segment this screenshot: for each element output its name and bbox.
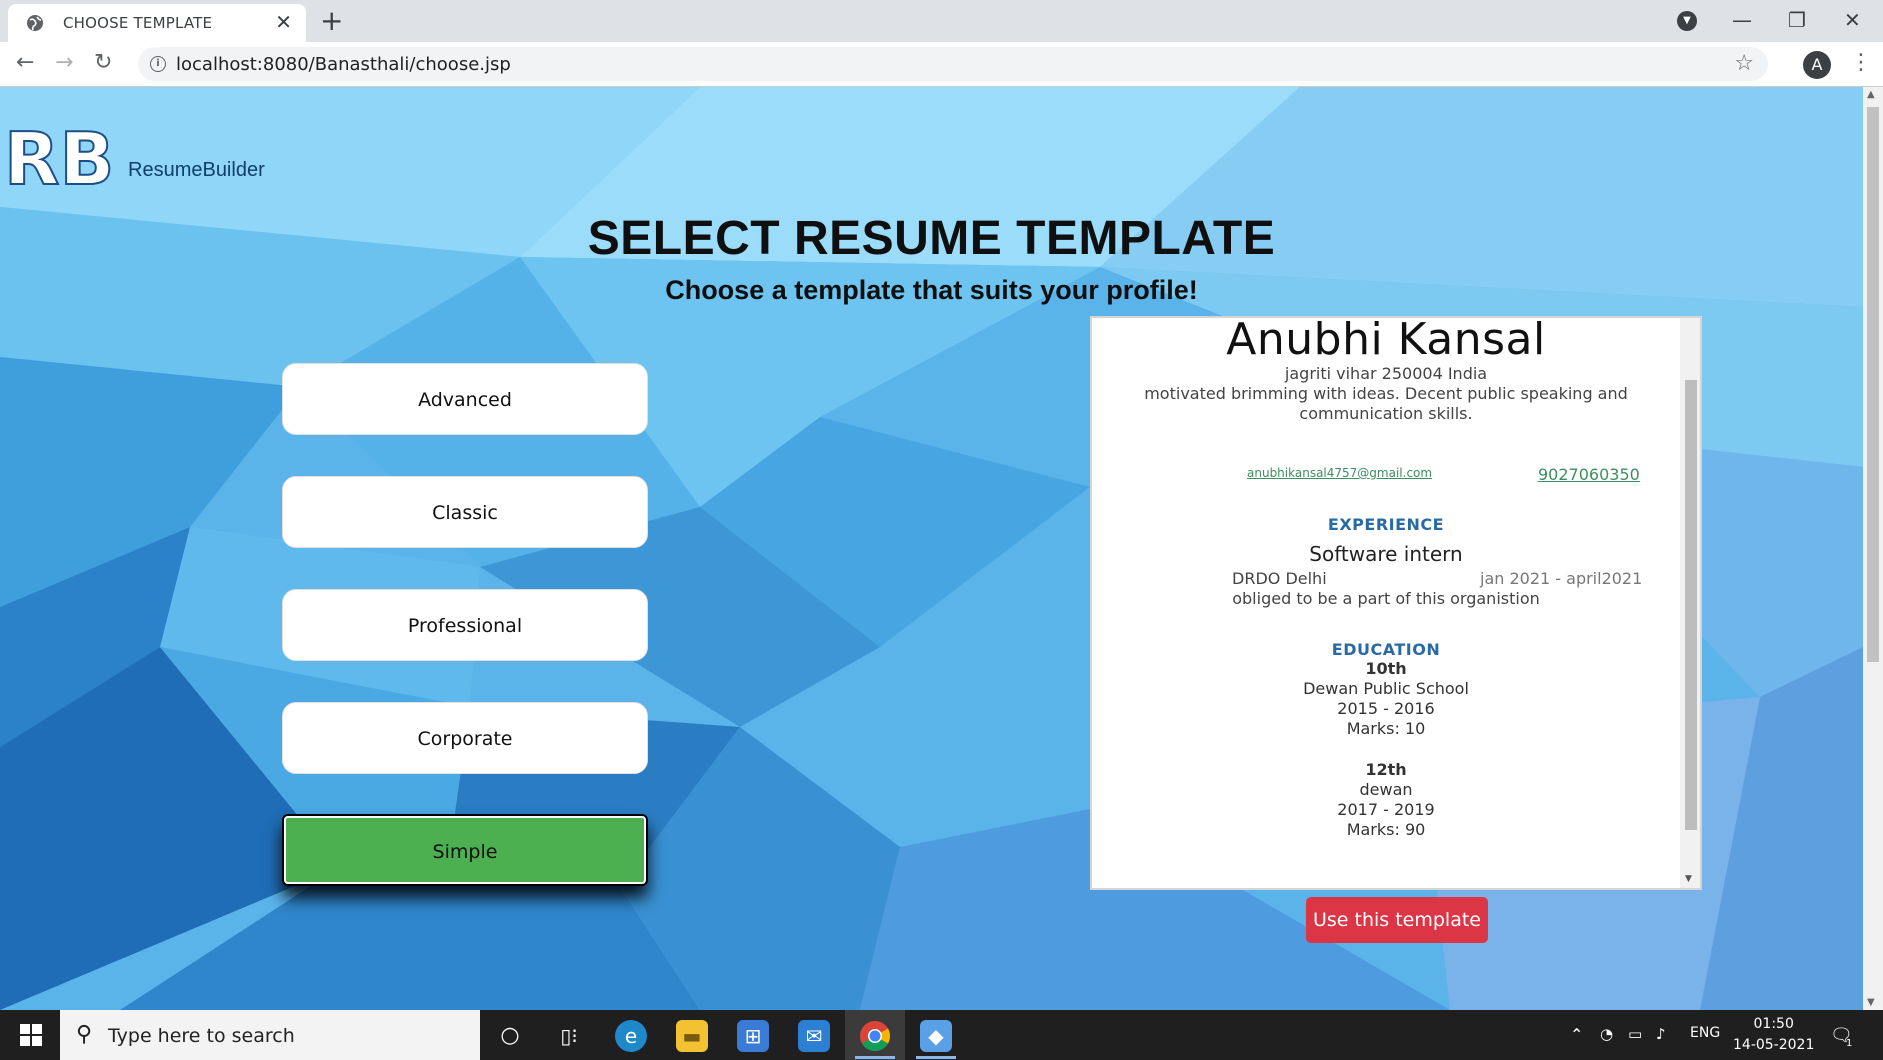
- language-indicator[interactable]: ENG: [1690, 1025, 1720, 1041]
- education-school: dewan: [1359, 780, 1413, 799]
- battery-icon[interactable]: ▭: [1628, 1025, 1642, 1043]
- close-tab-icon[interactable]: ✕: [275, 12, 292, 32]
- profile-avatar[interactable]: A: [1803, 51, 1831, 79]
- windows-taskbar: ⚲ Type here to search ○ ▯⁝ e ▬ ⊞ ✉ ◆ ⌃ ◔…: [0, 1010, 1883, 1060]
- globe-icon: [27, 15, 43, 31]
- education-heading: EDUCATION: [1331, 640, 1441, 659]
- page-viewport: RB ResumeBuilder SELECT RESUME TEMPLATE …: [0, 87, 1863, 1010]
- info-icon[interactable]: i: [150, 56, 166, 72]
- template-professional-button[interactable]: Professional: [282, 589, 648, 661]
- experience-description: obliged to be a part of this organistion: [1232, 589, 1540, 608]
- rb-logo: RB: [4, 122, 114, 192]
- resume-summary: motivated brimming with ideas. Decent pu…: [1144, 384, 1628, 423]
- browser-tab[interactable]: CHOOSE TEMPLATE ✕: [8, 4, 306, 42]
- reload-icon[interactable]: ↻: [94, 51, 112, 75]
- resume-name: Anubhi Kansal: [1226, 316, 1546, 365]
- chevron-down-icon[interactable]: ▼: [1677, 11, 1697, 31]
- education-school: Dewan Public School: [1303, 679, 1469, 698]
- scroll-up-icon[interactable]: ▲: [1867, 89, 1875, 100]
- edge-icon[interactable]: e: [615, 1020, 647, 1052]
- template-classic-button[interactable]: Classic: [282, 476, 648, 548]
- education-marks: Marks: 10: [1346, 719, 1426, 738]
- url-text[interactable]: localhost:8080/Banasthali/choose.jsp: [176, 54, 511, 75]
- taskbar-search[interactable]: ⚲ Type here to search: [60, 1010, 480, 1060]
- svg-text:RB: RB: [4, 122, 114, 192]
- scroll-down-icon[interactable]: ▼: [1867, 997, 1875, 1008]
- back-icon[interactable]: ←: [16, 51, 34, 75]
- notification-count: 1: [1846, 1038, 1853, 1049]
- app-running-indicator: [916, 1056, 956, 1059]
- experience-dates: jan 2021 - april2021: [1480, 569, 1643, 588]
- bookmark-star-icon[interactable]: ☆: [1734, 51, 1754, 76]
- resume-preview[interactable]: Anubhi Kansal jagriti vihar 250004 India…: [1090, 316, 1702, 890]
- page-title: SELECT RESUME TEMPLATE: [587, 212, 1276, 265]
- system-clock[interactable]: 01:50 14-05-2021: [1733, 1014, 1814, 1056]
- experience-org: DRDO Delhi: [1232, 569, 1327, 588]
- education-marks: Marks: 90: [1346, 820, 1426, 839]
- use-template-button[interactable]: Use this template: [1306, 897, 1488, 943]
- scroll-down-icon[interactable]: ▼: [1685, 874, 1692, 884]
- store-icon[interactable]: ⊞: [737, 1020, 769, 1052]
- new-tab-icon[interactable]: +: [320, 6, 343, 36]
- page-scroll-thumb[interactable]: [1867, 107, 1879, 662]
- template-advanced-button[interactable]: Advanced: [282, 363, 648, 435]
- education-level: 10th: [1365, 659, 1407, 678]
- resume-address: jagriti vihar 250004 India: [1284, 364, 1488, 383]
- chrome-icon[interactable]: [859, 1020, 891, 1052]
- preview-scrollbar[interactable]: ▼: [1680, 318, 1700, 888]
- taskbar-search-placeholder: Type here to search: [108, 1025, 295, 1047]
- tab-strip: CHOOSE TEMPLATE ✕ + ▼ — ❐ ✕: [0, 0, 1883, 42]
- education-level: 12th: [1365, 760, 1407, 779]
- app-cube-icon[interactable]: ◆: [920, 1020, 952, 1052]
- chrome-running-indicator: [855, 1056, 895, 1059]
- tab-title: CHOOSE TEMPLATE: [63, 14, 213, 32]
- template-corporate-button[interactable]: Corporate: [282, 702, 648, 774]
- education-years: 2015 - 2016: [1337, 699, 1435, 718]
- minimize-icon[interactable]: —: [1732, 8, 1752, 32]
- forward-icon[interactable]: →: [55, 51, 73, 75]
- show-hidden-icons-icon[interactable]: ⌃: [1570, 1025, 1583, 1044]
- preview-scroll-thumb[interactable]: [1685, 380, 1697, 830]
- close-window-icon[interactable]: ✕: [1844, 8, 1861, 32]
- menu-kebab-icon[interactable]: ⋮: [1850, 50, 1872, 75]
- url-field[interactable]: i localhost:8080/Banasthali/choose.jsp ☆: [138, 47, 1768, 81]
- wifi-icon[interactable]: ◔: [1600, 1025, 1613, 1043]
- experience-heading: EXPERIENCE: [1327, 515, 1445, 534]
- clock-date: 14-05-2021: [1733, 1037, 1815, 1053]
- resume-email-link[interactable]: anubhikansal4757@gmail.com: [1247, 466, 1432, 480]
- task-view-icon[interactable]: ▯⁝: [553, 1020, 585, 1052]
- mail-icon[interactable]: ✉: [798, 1020, 830, 1052]
- experience-role: Software intern: [1309, 542, 1463, 566]
- education-years: 2017 - 2019: [1337, 800, 1435, 819]
- volume-icon[interactable]: ♪: [1656, 1025, 1666, 1043]
- resume-phone-link[interactable]: 9027060350: [1538, 465, 1640, 484]
- page-subtitle: Choose a template that suits your profil…: [665, 275, 1198, 305]
- page-scrollbar[interactable]: ▲ ▼: [1863, 87, 1883, 1010]
- file-explorer-icon[interactable]: ▬: [676, 1020, 708, 1052]
- clock-time: 01:50: [1753, 1016, 1794, 1032]
- windows-start-icon[interactable]: [20, 1024, 42, 1046]
- address-bar: ← → ↻ i localhost:8080/Banasthali/choose…: [0, 42, 1883, 87]
- search-icon: ⚲: [76, 1022, 93, 1047]
- brand-name[interactable]: ResumeBuilder: [128, 159, 265, 182]
- cortana-icon[interactable]: ○: [494, 1020, 526, 1052]
- template-simple-button[interactable]: Simple: [282, 814, 648, 886]
- restore-icon[interactable]: ❐: [1788, 8, 1806, 32]
